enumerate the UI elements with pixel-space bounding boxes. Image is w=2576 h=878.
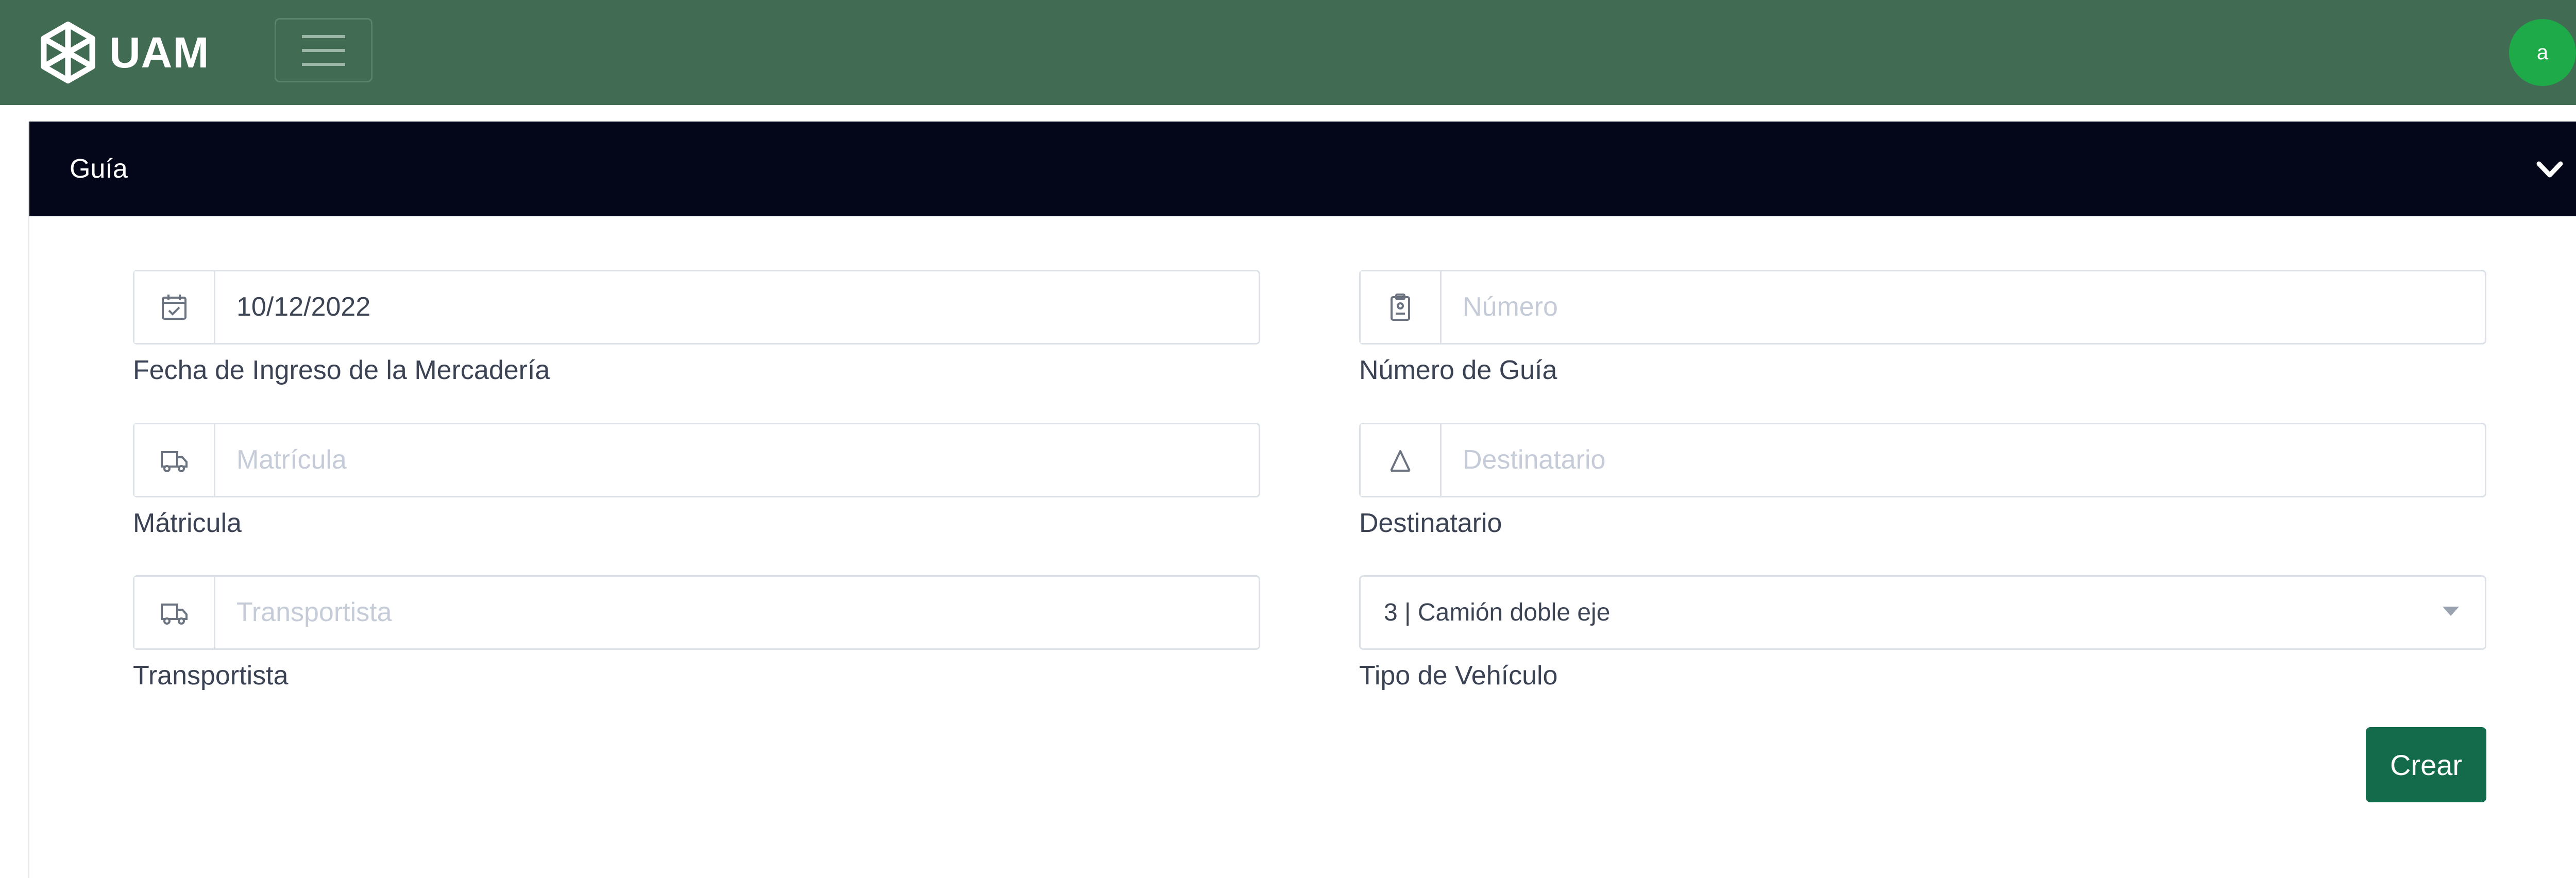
guia-card: Guía Fecha de Ingreso de la Mercadería (28, 122, 2576, 878)
transportista-input[interactable] (236, 577, 1248, 648)
clipboard-icon (1391, 293, 1410, 321)
matricula-label: Mátricula (133, 508, 242, 538)
fecha-addon (134, 271, 215, 343)
transportista-input-group (133, 575, 1260, 650)
truck-icon (161, 603, 188, 625)
numero-input-group (1359, 270, 2486, 345)
transportista-addon (134, 577, 215, 648)
fecha-field: Fecha de Ingreso de la Mercadería (133, 270, 1260, 385)
matricula-input-group (133, 423, 1260, 497)
matricula-field: Mátricula (133, 423, 1260, 538)
truck-icon (161, 451, 188, 472)
destinatario-input[interactable] (1463, 424, 2475, 496)
fecha-input-group (133, 270, 1260, 345)
user-icon (1390, 450, 1411, 472)
caret-down-icon (2443, 607, 2459, 616)
destinatario-label: Destinatario (1359, 508, 1502, 538)
numero-input[interactable] (1463, 271, 2475, 343)
card-title: Guía (70, 154, 128, 184)
fecha-label: Fecha de Ingreso de la Mercadería (133, 355, 550, 385)
destinatario-field: Destinatario (1359, 423, 2486, 538)
chevron-down-icon (2536, 161, 2563, 178)
fecha-input[interactable] (236, 271, 1248, 343)
destinatario-addon (1361, 424, 1442, 496)
matricula-input[interactable] (236, 424, 1248, 496)
card-header: Guía (29, 122, 2576, 216)
destinatario-input-group (1359, 423, 2486, 497)
user-avatar[interactable]: a (2509, 19, 2576, 86)
top-navbar: UAM a (0, 0, 2576, 105)
hamburger-icon (302, 35, 345, 66)
transportista-field: Transportista (133, 575, 1260, 691)
brand[interactable]: UAM (36, 15, 209, 90)
brand-name: UAM (109, 28, 210, 77)
collapse-toggle-button[interactable] (2528, 148, 2571, 192)
menu-toggle-button[interactable] (275, 18, 372, 82)
matricula-addon (134, 424, 215, 496)
calendar-check-icon (162, 294, 187, 320)
numero-addon (1361, 271, 1442, 343)
tipo-vehiculo-label: Tipo de Vehículo (1359, 661, 1558, 691)
tipo-vehiculo-select[interactable]: 3 | Camión doble eje (1359, 575, 2486, 650)
numero-label: Número de Guía (1359, 355, 1557, 385)
crear-button[interactable]: Crear (2366, 727, 2486, 802)
tipo-vehiculo-field: 3 | Camión doble eje Tipo de Vehículo (1359, 575, 2486, 691)
transportista-label: Transportista (133, 661, 289, 691)
numero-field: Número de Guía (1359, 270, 2486, 385)
uam-logo-icon (41, 21, 95, 84)
tipo-vehiculo-selected: 3 | Camión doble eje (1384, 599, 1611, 626)
